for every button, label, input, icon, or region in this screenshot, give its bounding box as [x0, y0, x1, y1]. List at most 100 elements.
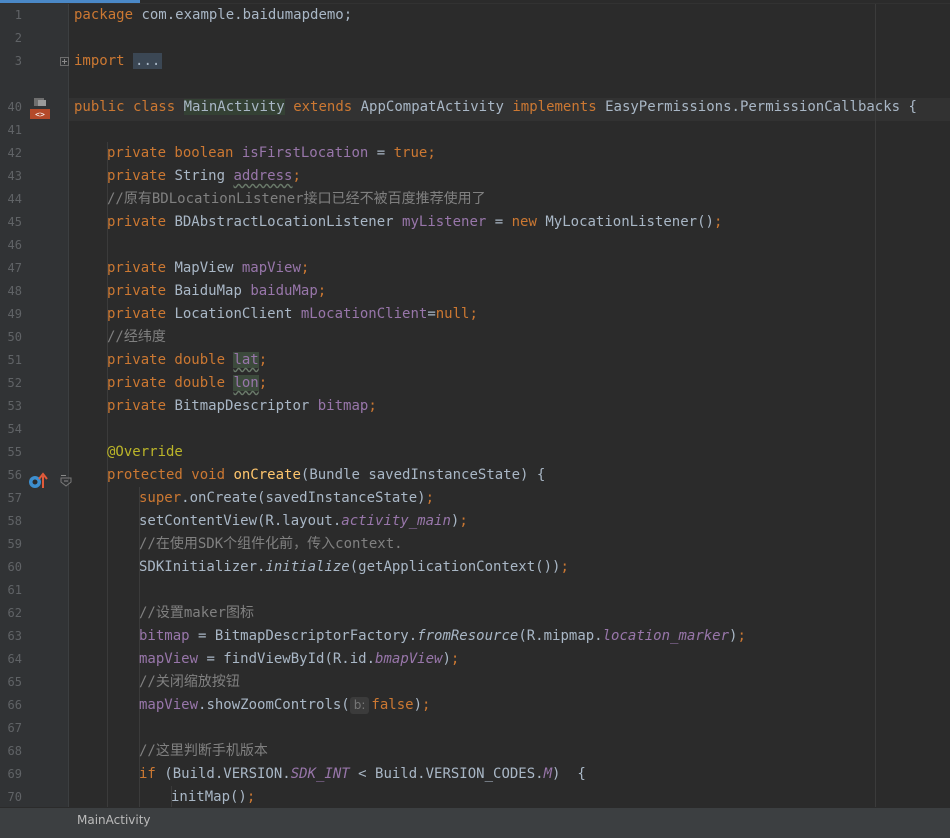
fold-end-icon[interactable]	[60, 472, 72, 487]
code-line[interactable]: mapView = findViewById(R.id.bmapView);	[139, 648, 459, 671]
code-token: private	[107, 260, 167, 276]
code-token: initialize	[265, 559, 350, 575]
code-token: =	[427, 306, 436, 322]
code-line[interactable]: setContentView(R.layout.activity_main);	[139, 510, 468, 533]
code-token: BitmapDescriptor	[166, 398, 318, 414]
code-token: bmapView	[375, 651, 443, 667]
code-line[interactable]: SDKInitializer.initialize(getApplication…	[139, 556, 569, 579]
code-line[interactable]: protected void onCreate(Bundle savedInst…	[107, 464, 545, 487]
code-line[interactable]: private boolean isFirstLocation = true;	[107, 142, 436, 165]
code-comment: //关闭缩放按钮	[139, 674, 240, 690]
code-token: ;	[450, 651, 460, 667]
line-number: 61	[7, 583, 22, 597]
code-token: location_marker	[602, 628, 730, 644]
code-token: implements	[512, 99, 597, 115]
line-number: 63	[7, 629, 22, 643]
code-token: lon	[233, 375, 259, 391]
code-token: ;	[560, 559, 569, 575]
line-number: 1	[14, 8, 22, 22]
code-line[interactable]: //在使用SDK个组件化前，传入context.	[139, 533, 403, 556]
code-token: setContentView(R.layout.	[139, 513, 342, 529]
code-token: ;	[425, 490, 435, 506]
code-token: com.example.baidumapdemo;	[133, 7, 353, 23]
code-line[interactable]: //关闭缩放按钮	[139, 671, 240, 694]
code-token: MapView	[166, 260, 242, 276]
code-line[interactable]: super.onCreate(savedInstanceState);	[139, 487, 434, 510]
code-token: isFirstLocation	[241, 145, 369, 161]
line-number: 70	[7, 790, 22, 804]
overrides-method-gutter-icon[interactable]	[28, 472, 50, 494]
code-token: (Build.VERSION.	[155, 766, 291, 782]
code-token: mLocationClient	[300, 306, 428, 322]
code-token: (Bundle savedInstanceState) {	[300, 467, 546, 483]
code-token: private	[107, 214, 167, 230]
folded-imports[interactable]: ...	[133, 53, 163, 69]
code-token: myListener	[402, 214, 487, 230]
code-token: private double	[107, 352, 226, 368]
code-token: SDK_INT	[290, 766, 350, 782]
code-line[interactable]: //设置maker图标	[139, 602, 254, 625]
line-number: 59	[7, 537, 22, 551]
line-number: 55	[7, 445, 22, 459]
code-token: mapView	[139, 697, 199, 713]
code-token: import	[74, 53, 125, 69]
code-line[interactable]: public class MainActivity extends AppCom…	[74, 96, 917, 119]
code-token: super	[139, 490, 182, 506]
code-token: null;	[435, 306, 478, 322]
code-line[interactable]: private BDAbstractLocationListener myLis…	[107, 211, 722, 234]
code-token: ;	[317, 283, 327, 299]
line-number: 3	[14, 54, 22, 68]
code-token: SDKInitializer.	[139, 559, 266, 575]
line-number: 54	[7, 422, 22, 436]
code-editor[interactable]: package com.example.baidumapdemo; import…	[74, 4, 950, 807]
code-comment: //这里判断手机版本	[139, 743, 268, 759]
code-token: private	[107, 306, 167, 322]
expand-fold-icon[interactable]	[60, 57, 69, 66]
code-line[interactable]: initMap();	[171, 786, 255, 809]
code-line[interactable]: private BaiduMap baiduMap;	[107, 280, 326, 303]
code-token: false	[371, 697, 414, 713]
code-line[interactable]: mapView.showZoomControls(b: false);	[139, 694, 430, 717]
code-token: private double	[107, 375, 226, 391]
code-line[interactable]: private LocationClient mLocationClient=n…	[107, 303, 478, 326]
code-token: address	[233, 168, 293, 184]
code-token: true	[393, 145, 428, 161]
parameter-hint: b:	[349, 697, 370, 714]
code-line[interactable]: private double lat;	[107, 349, 267, 372]
code-token: extends	[293, 99, 353, 115]
line-number: 56	[7, 468, 22, 482]
line-number: 42	[7, 146, 22, 160]
code-token: )	[413, 697, 422, 713]
code-line[interactable]: //这里判断手机版本	[139, 740, 268, 763]
code-line[interactable]: private BitmapDescriptor bitmap;	[107, 395, 377, 418]
code-token: private	[107, 168, 167, 184]
code-line[interactable]: bitmap = BitmapDescriptorFactory.fromRes…	[139, 625, 746, 648]
line-number: 2	[14, 31, 22, 45]
code-token: ) {	[552, 766, 586, 782]
code-token: fromResource	[417, 628, 519, 644]
code-line[interactable]: import ...	[74, 50, 163, 73]
line-number: 43	[7, 169, 22, 183]
code-token: onCreate	[233, 467, 301, 483]
code-line[interactable]: @Override	[107, 441, 183, 464]
line-number: 62	[7, 606, 22, 620]
code-token: BDAbstractLocationListener	[166, 214, 403, 230]
code-line[interactable]: //经纬度	[107, 326, 166, 349]
code-line[interactable]: //原有BDLocationListener接口已经不被百度推荐使用了	[107, 188, 486, 211]
code-line[interactable]: private double lon;	[107, 372, 267, 395]
code-line[interactable]: private MapView mapView;	[107, 257, 309, 280]
breadcrumb-item[interactable]: MainActivity	[77, 813, 151, 827]
code-token: ;	[258, 375, 268, 391]
line-number: 46	[7, 238, 22, 252]
code-line[interactable]: private String address;	[107, 165, 301, 188]
editor-gutter[interactable]: 1 2 3 40 41 42 43 44 45 46 47 48 49 50 5…	[0, 4, 72, 807]
code-token: baiduMap	[250, 283, 318, 299]
implements-gutter-icon[interactable]: <>	[28, 98, 50, 124]
code-token: String	[166, 168, 234, 184]
code-token: activity_main	[341, 513, 451, 529]
code-token: ;	[292, 168, 301, 184]
code-token: )	[442, 651, 451, 667]
code-line[interactable]: package com.example.baidumapdemo;	[74, 4, 352, 27]
code-line[interactable]: if (Build.VERSION.SDK_INT < Build.VERSIO…	[139, 763, 586, 786]
